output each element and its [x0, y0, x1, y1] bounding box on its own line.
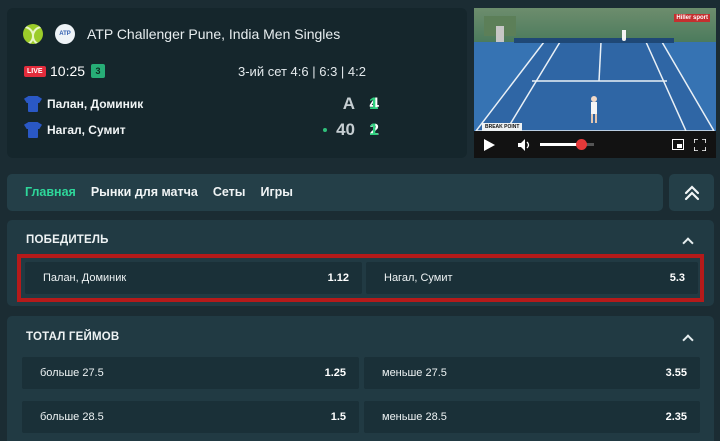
market-total-games: ТОТАЛ ГЕЙМОВ больше 27.5 1.25 меньше 27.…: [7, 316, 714, 441]
player-name: Нагал, Сумит: [47, 123, 126, 137]
odds-button[interactable]: меньше 27.5 3.55: [364, 357, 700, 389]
break-point-overlay: BREAK POINT: [482, 123, 523, 131]
outcome-price: 1.12: [327, 272, 349, 284]
odds-button[interactable]: больше 28.5 1.5: [22, 401, 359, 433]
highlight-frame: Палан, Доминик 1.12 Нагал, Сумит 5.3: [17, 254, 704, 302]
double-chevron-up-icon: [684, 184, 699, 200]
outcome-price: 1.25: [324, 367, 346, 379]
outcome-label: Палан, Доминик: [43, 272, 127, 284]
outcome-price: 5.3: [669, 272, 685, 284]
outcome-label: меньше 27.5: [382, 367, 447, 379]
player-points: A: [342, 94, 355, 113]
tennis-ball-icon: [23, 24, 43, 44]
atp-logo-icon: ATP: [55, 24, 75, 44]
player-name: Палан, Доминик: [47, 97, 144, 111]
odds-button[interactable]: Нагал, Сумит 5.3: [366, 262, 698, 294]
outcome-label: больше 27.5: [40, 367, 104, 379]
tab-3[interactable]: Игры: [260, 185, 293, 199]
scoreboard: ATP ATP Challenger Pune, India Men Singl…: [7, 8, 467, 158]
outcome-price: 2.35: [665, 411, 687, 423]
player-row-2: Нагал, Сумит: [24, 120, 126, 140]
market-tabs: Главная Рынки для матча Сеты Игры: [25, 185, 293, 199]
video-controls: [474, 131, 716, 158]
match-time: 10:25: [50, 63, 86, 79]
blue-shirt-icon: [24, 122, 42, 138]
market-nav: Главная Рынки для матча Сеты Игры: [7, 174, 663, 211]
tournament-header: ATP ATP Challenger Pune, India Men Singl…: [23, 24, 340, 44]
market-title: ТОТАЛ ГЕЙМОВ: [26, 331, 120, 343]
fullscreen-icon[interactable]: [694, 139, 706, 151]
outcome-label: Нагал, Сумит: [384, 272, 453, 284]
outcome-price: 1.5: [330, 411, 346, 423]
picture-in-picture-icon[interactable]: [672, 139, 684, 150]
player-points: 40: [336, 120, 355, 139]
player-sets: 1: [369, 120, 379, 139]
serving-indicator-icon: [323, 128, 327, 132]
current-set-badge: 3: [91, 64, 105, 78]
tab-0[interactable]: Главная: [25, 185, 76, 199]
chevron-up-icon[interactable]: [682, 334, 694, 346]
blue-shirt-icon: [24, 96, 42, 112]
market-title: ПОБЕДИТЕЛЬ: [26, 234, 109, 246]
tab-2[interactable]: Сеты: [213, 185, 246, 199]
play-icon[interactable]: [484, 139, 495, 151]
set-summary: 3-ий сет 4:6 | 6:3 | 4:2: [238, 64, 366, 79]
odds-button[interactable]: больше 27.5 1.25: [22, 357, 359, 389]
market-winner: ПОБЕДИТЕЛЬ Палан, Доминик 1.12 Нагал, Су…: [7, 220, 714, 306]
video-frame: Hiller sport BREAK POINT: [474, 8, 716, 131]
collapse-all-button[interactable]: [669, 174, 714, 211]
volume-icon[interactable]: [518, 139, 532, 151]
odds-button[interactable]: меньше 28.5 2.35: [364, 401, 700, 433]
chevron-up-icon[interactable]: [682, 237, 694, 249]
odds-button[interactable]: Палан, Доминик 1.12: [25, 262, 362, 294]
volume-slider[interactable]: [540, 139, 594, 150]
player-row-1: Палан, Доминик: [24, 94, 143, 114]
live-video-player[interactable]: Hiller sport BREAK POINT: [474, 8, 716, 158]
outcome-price: 3.55: [665, 367, 687, 379]
tournament-title: ATP Challenger Pune, India Men Singles: [87, 26, 341, 42]
outcome-label: меньше 28.5: [382, 411, 447, 423]
volume-knob[interactable]: [575, 139, 587, 150]
broadcaster-logo: Hiller sport: [674, 14, 710, 22]
player-sets: 1: [369, 94, 379, 113]
live-badge: LIVE: [24, 66, 46, 77]
outcome-label: больше 28.5: [40, 411, 104, 423]
tab-1[interactable]: Рынки для матча: [91, 185, 198, 199]
